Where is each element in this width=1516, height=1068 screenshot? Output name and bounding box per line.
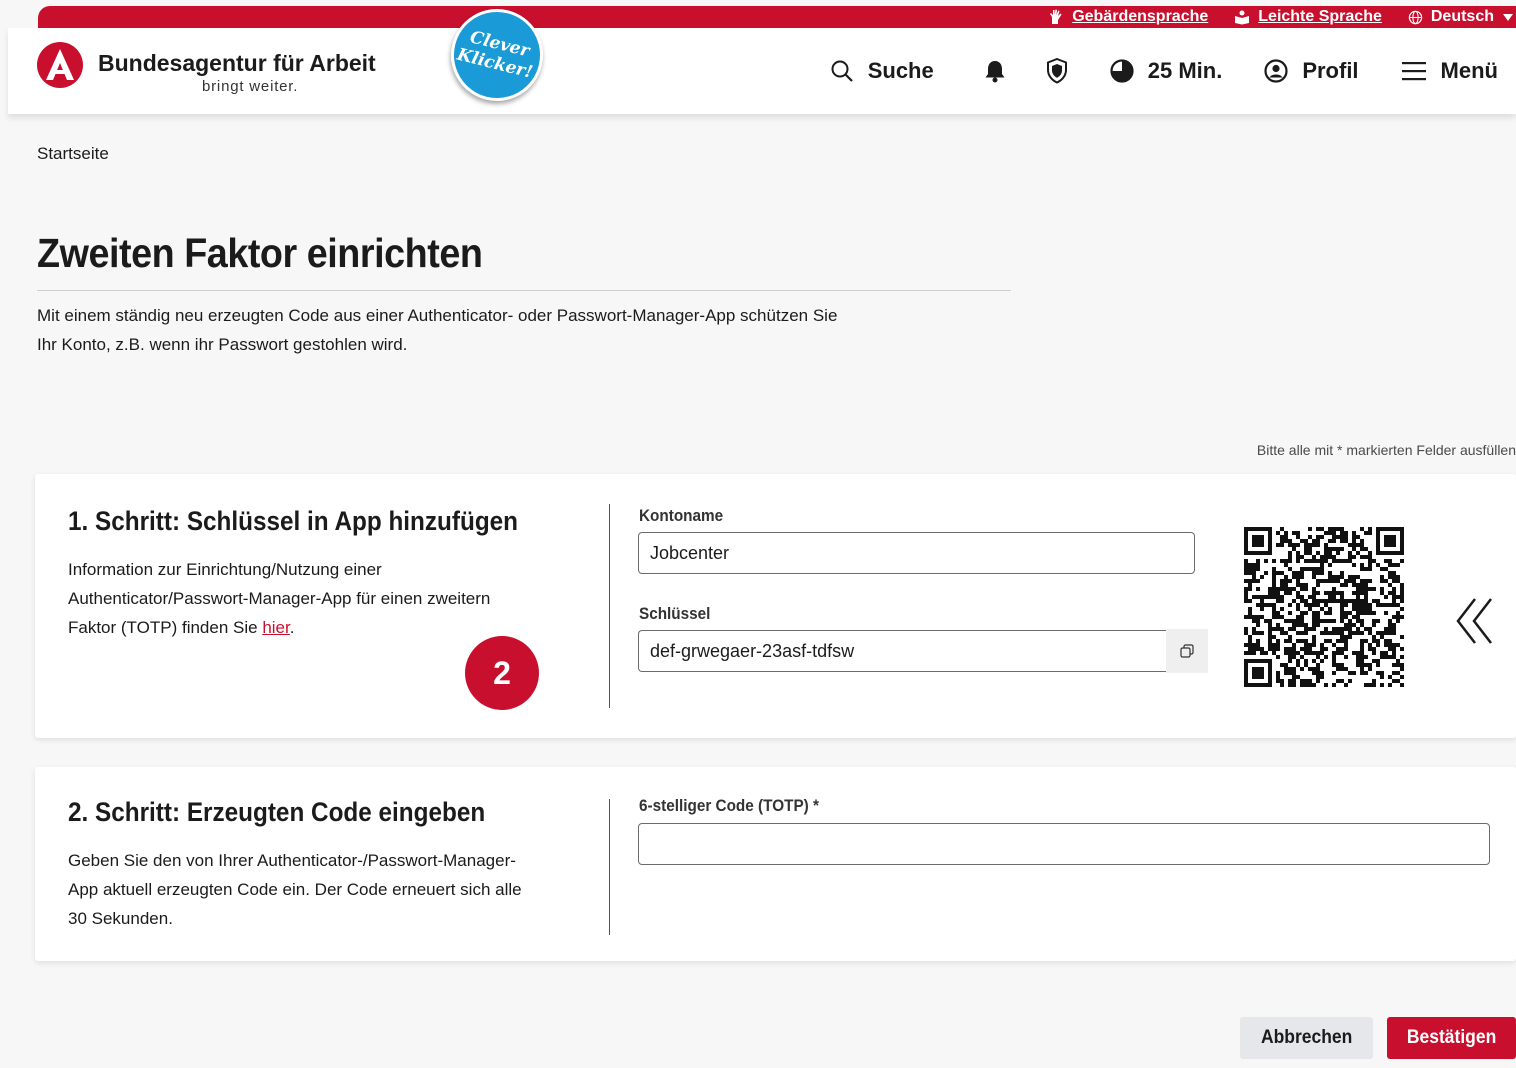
main-nav: Suche 25 Min. Profil Menü bbox=[830, 28, 1498, 114]
intro-line-2: Ihr Konto, z.B. wenn ihr Passwort gestoh… bbox=[37, 335, 408, 354]
brand-slogan: bringt weiter. bbox=[202, 78, 299, 95]
profile-icon bbox=[1264, 59, 1288, 83]
confirm-button[interactable]: Bestätigen bbox=[1387, 1017, 1516, 1059]
profile-button[interactable]: Profil bbox=[1264, 58, 1359, 84]
cancel-label: Abbrechen bbox=[1260, 1027, 1353, 1048]
menu-icon bbox=[1401, 62, 1426, 81]
step2-text-line-1: Geben Sie den von Ihrer Authenticator-/P… bbox=[68, 851, 516, 870]
step2-divider bbox=[609, 799, 610, 935]
step1-text-line-1: Information zur Einrichtung/Nutzung eine… bbox=[68, 560, 382, 579]
sign-language-label: Gebärdensprache bbox=[1072, 8, 1209, 25]
session-timer-label: 25 Min. bbox=[1147, 58, 1223, 83]
step1-text-suffix: . bbox=[289, 618, 295, 637]
easy-language-link[interactable]: Leichte Sprache bbox=[1234, 8, 1382, 26]
step2-card: 2. Schritt: Erzeugten Code eingeben Gebe… bbox=[35, 767, 1516, 961]
step1-description: Information zur Einrichtung/Nutzung eine… bbox=[68, 555, 578, 642]
language-label: Deutsch bbox=[1430, 8, 1494, 25]
step2-title: 2. Schritt: Erzeugten Code eingeben bbox=[68, 797, 486, 827]
step2-text-line-2: App aktuell erzeugten Code ein. Der Code… bbox=[68, 880, 522, 899]
required-fields-hint: Bitte alle mit * markierten Felder ausfü… bbox=[1256, 442, 1516, 458]
security-button[interactable] bbox=[1046, 58, 1068, 84]
menu-button[interactable]: Menü bbox=[1401, 58, 1498, 84]
language-select[interactable]: Deutsch bbox=[1408, 8, 1514, 26]
title-divider bbox=[37, 290, 1011, 291]
account-name-label: Kontoname bbox=[639, 506, 724, 525]
search-icon bbox=[831, 60, 853, 82]
sign-language-link[interactable]: Gebärdensprache bbox=[1048, 8, 1208, 26]
brand-name[interactable]: Bundesagentur für Arbeit bbox=[98, 50, 376, 77]
page-title: Zweiten Faktor einrichten bbox=[37, 230, 483, 276]
step1-text-line-2: Authenticator/Passwort-Manager-App für e… bbox=[68, 589, 491, 608]
double-chevron-left-icon[interactable] bbox=[1455, 596, 1495, 646]
step1-title: 1. Schritt: Schlüssel in App hinzufügen bbox=[68, 506, 519, 536]
easy-language-label: Leichte Sprache bbox=[1258, 8, 1382, 25]
step1-card: 1. Schritt: Schlüssel in App hinzufügen … bbox=[35, 474, 1516, 738]
hand-icon bbox=[1050, 9, 1062, 24]
step1-divider bbox=[609, 504, 610, 708]
notifications-button[interactable] bbox=[984, 59, 1006, 83]
ba-logo-icon[interactable] bbox=[37, 42, 83, 88]
site-header: Bundesagentur für Arbeit bringt weiter. … bbox=[8, 0, 1516, 114]
bell-icon bbox=[985, 61, 1005, 83]
globe-icon bbox=[1408, 10, 1423, 24]
totp-code-label: 6-stelliger Code (TOTP) * bbox=[639, 796, 819, 815]
top-service-bar: Gebärdensprache Leichte Sprache Deutsch bbox=[38, 6, 1516, 28]
shield-icon bbox=[1046, 58, 1067, 84]
info-link[interactable]: hier bbox=[262, 618, 289, 637]
page-intro: Mit einem ständig neu erzeugten Code aus… bbox=[37, 301, 977, 359]
annotation-badge: 2 bbox=[465, 636, 539, 710]
cancel-button[interactable]: Abbrechen bbox=[1240, 1017, 1373, 1059]
step2-text-line-3: 30 Sekunden. bbox=[68, 909, 173, 928]
step1-text-prefix: Faktor (TOTP) finden Sie bbox=[68, 618, 263, 637]
secret-key-input[interactable] bbox=[638, 630, 1168, 672]
chevron-down-icon bbox=[1503, 14, 1513, 21]
timer-icon bbox=[1110, 59, 1134, 83]
qr-code bbox=[1244, 527, 1404, 687]
step2-description: Geben Sie den von Ihrer Authenticator-/P… bbox=[68, 846, 578, 933]
easy-language-icon bbox=[1235, 10, 1250, 25]
menu-label: Menü bbox=[1440, 58, 1498, 83]
secret-key-label: Schlüssel bbox=[639, 604, 711, 623]
copy-icon bbox=[1180, 644, 1194, 658]
session-timer[interactable]: 25 Min. bbox=[1110, 58, 1223, 84]
search-button[interactable]: Suche bbox=[830, 58, 934, 84]
account-name-input[interactable] bbox=[638, 532, 1195, 574]
copy-key-button[interactable] bbox=[1166, 629, 1208, 673]
breadcrumb[interactable]: Startseite bbox=[37, 144, 109, 164]
confirm-label: Bestätigen bbox=[1406, 1027, 1497, 1048]
intro-line-1: Mit einem ständig neu erzeugten Code aus… bbox=[37, 306, 838, 325]
profile-label: Profil bbox=[1302, 58, 1359, 83]
totp-code-input[interactable] bbox=[638, 823, 1490, 865]
search-label: Suche bbox=[867, 58, 934, 83]
